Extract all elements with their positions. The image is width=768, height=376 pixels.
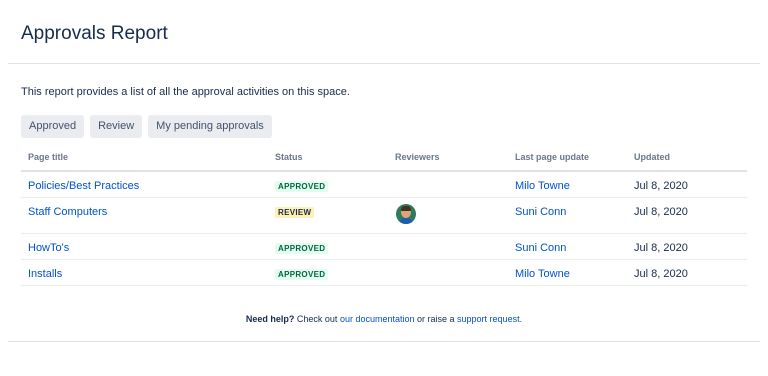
header-divider	[8, 63, 760, 64]
column-header-status[interactable]: Status	[275, 152, 303, 162]
table-row: HowTo's APPROVED Suni Conn Jul 8, 2020	[21, 234, 747, 260]
updated-date: Jul 8, 2020	[634, 268, 688, 280]
status-cell: APPROVED	[275, 180, 329, 192]
approvals-table: Page title Status Reviewers Last page up…	[21, 148, 747, 286]
status-cell: APPROVED	[275, 268, 329, 280]
support-request-link[interactable]: support request	[457, 314, 520, 324]
status-cell: APPROVED	[275, 242, 329, 254]
status-badge: APPROVED	[275, 269, 329, 280]
last-update-user-link[interactable]: Milo Towne	[515, 180, 570, 192]
page-title-link[interactable]: Installs	[28, 268, 62, 280]
tab-approved[interactable]: Approved	[21, 115, 85, 138]
status-badge: APPROVED	[275, 181, 329, 192]
last-update-user-link[interactable]: Suni Conn	[515, 206, 566, 218]
column-header-last-page-update[interactable]: Last page update	[515, 152, 589, 162]
reviewer-avatar[interactable]	[396, 204, 416, 224]
report-description: This report provides a list of all the a…	[21, 86, 350, 98]
filter-tabs: Approved Review My pending approvals	[21, 115, 272, 138]
column-header-updated[interactable]: Updated	[634, 152, 670, 162]
table-row: Installs APPROVED Milo Towne Jul 8, 2020	[21, 260, 747, 286]
documentation-link[interactable]: our documentation	[340, 314, 415, 324]
tab-my-pending-approvals[interactable]: My pending approvals	[148, 115, 272, 138]
status-badge: APPROVED	[275, 243, 329, 254]
status-cell: REVIEW	[275, 206, 315, 218]
table-row: Policies/Best Practices APPROVED Milo To…	[21, 172, 747, 198]
page-title-link[interactable]: HowTo's	[28, 242, 69, 254]
tab-review[interactable]: Review	[90, 115, 143, 138]
page-title-link[interactable]: Policies/Best Practices	[28, 180, 139, 192]
updated-date: Jul 8, 2020	[634, 242, 688, 254]
help-text: .	[519, 314, 523, 324]
avatar-hair	[401, 206, 411, 211]
status-badge: REVIEW	[275, 207, 315, 218]
help-text: Check out	[294, 314, 340, 324]
column-header-page-title[interactable]: Page title	[28, 152, 68, 162]
help-footer: Need help? Check out our documentation o…	[0, 314, 768, 324]
help-text: or raise a	[414, 314, 458, 324]
last-update-user-link[interactable]: Milo Towne	[515, 268, 570, 280]
table-header: Page title Status Reviewers Last page up…	[21, 148, 747, 172]
page-title-link[interactable]: Staff Computers	[28, 206, 107, 218]
column-header-reviewers[interactable]: Reviewers	[395, 152, 440, 162]
page-title: Approvals Report	[21, 23, 168, 44]
help-lead: Need help?	[245, 314, 295, 324]
avatar-shirt	[398, 218, 414, 224]
footer-divider	[8, 341, 760, 342]
table-row: Staff Computers REVIEW Suni Conn Jul 8, …	[21, 198, 747, 234]
updated-date: Jul 8, 2020	[634, 206, 688, 218]
updated-date: Jul 8, 2020	[634, 180, 688, 192]
last-update-user-link[interactable]: Suni Conn	[515, 242, 566, 254]
